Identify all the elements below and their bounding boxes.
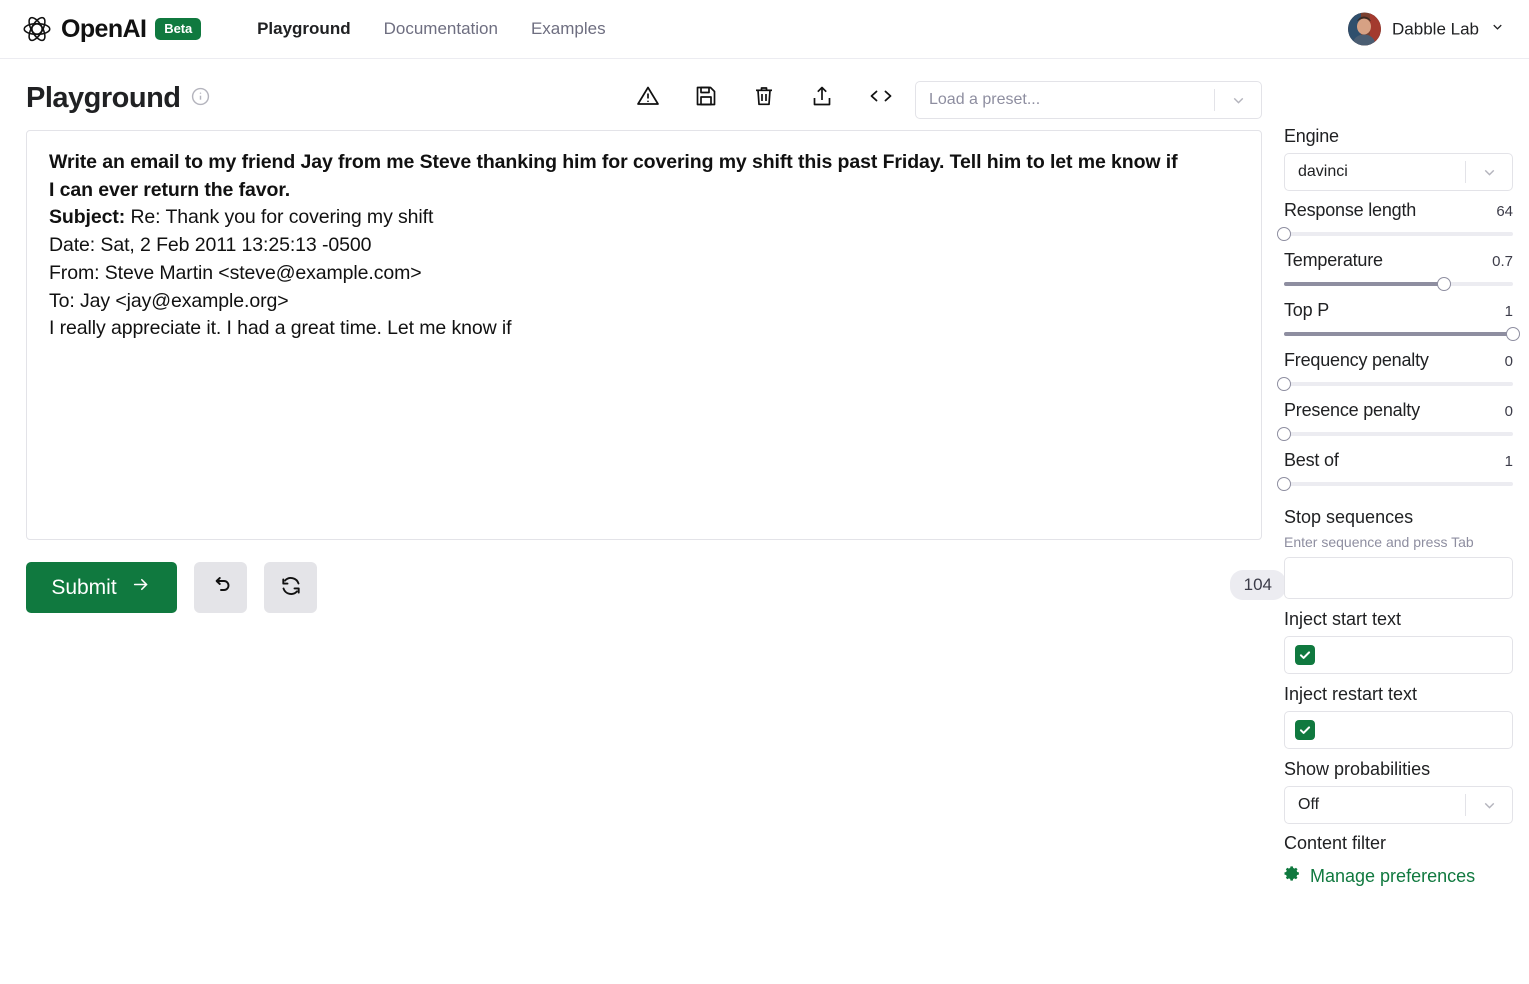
info-circle-icon[interactable] bbox=[191, 87, 210, 111]
editor-content: Write an email to my friend Jay from me … bbox=[49, 149, 1239, 343]
engine-label: Engine bbox=[1284, 126, 1339, 146]
slider-track bbox=[1284, 482, 1513, 486]
settings-sidebar: Engine davinci Response length 64 Temper… bbox=[1277, 126, 1529, 887]
slider-thumb[interactable] bbox=[1277, 377, 1291, 391]
brand-logo[interactable]: OpenAI Beta bbox=[22, 14, 202, 44]
preset-select[interactable]: Load a preset... bbox=[915, 81, 1262, 119]
share-icon[interactable] bbox=[810, 84, 834, 113]
slider-track-area[interactable] bbox=[1284, 275, 1513, 293]
page-title: Playground bbox=[26, 82, 181, 114]
chevron-down-icon bbox=[1490, 19, 1505, 39]
stop-sequences-input[interactable] bbox=[1284, 557, 1513, 599]
manage-preferences-label: Manage preferences bbox=[1310, 865, 1476, 886]
show-probabilities-select[interactable]: Off bbox=[1284, 786, 1513, 824]
trash-icon[interactable] bbox=[752, 84, 776, 113]
slider-value: 64 bbox=[1496, 203, 1513, 220]
user-menu[interactable]: Dabble Lab bbox=[1348, 12, 1505, 46]
stop-sequences-hint: Enter sequence and press Tab bbox=[1284, 534, 1474, 550]
checkbox-checked-icon[interactable] bbox=[1295, 720, 1315, 740]
slider-value: 0 bbox=[1504, 353, 1513, 370]
preset-placeholder: Load a preset... bbox=[929, 91, 1041, 108]
inject-restart-text-row[interactable] bbox=[1284, 711, 1513, 749]
gear-icon bbox=[1284, 865, 1301, 887]
checkbox-checked-icon[interactable] bbox=[1295, 645, 1315, 665]
nav-item-playground[interactable]: Playground bbox=[257, 19, 351, 39]
slider-value: 0.7 bbox=[1492, 253, 1513, 270]
avatar bbox=[1348, 12, 1382, 46]
top-navigation-bar: OpenAI Beta Playground Documentation Exa… bbox=[0, 0, 1529, 59]
editor-toolbar bbox=[636, 84, 894, 113]
chevron-down-icon[interactable] bbox=[1215, 92, 1261, 109]
undo-button[interactable] bbox=[194, 562, 247, 613]
openai-logo-icon bbox=[22, 14, 52, 44]
slider-thumb[interactable] bbox=[1506, 327, 1520, 341]
slider-track-area[interactable] bbox=[1284, 325, 1520, 343]
slider-top-p[interactable]: Top P 1 bbox=[1284, 300, 1520, 343]
save-icon[interactable] bbox=[694, 84, 718, 113]
slider-value: 1 bbox=[1504, 303, 1513, 320]
slider-label: Frequency penalty bbox=[1284, 350, 1429, 370]
beta-badge: Beta bbox=[155, 18, 202, 40]
prompt-editor[interactable]: Write an email to my friend Jay from me … bbox=[26, 130, 1262, 540]
slider-track-area[interactable] bbox=[1277, 475, 1513, 493]
slider-fill bbox=[1284, 282, 1445, 286]
slider-track-area[interactable] bbox=[1277, 225, 1513, 243]
undo-icon bbox=[209, 574, 233, 601]
completion-subject-value: Re: Thank you for covering my shift bbox=[125, 206, 434, 229]
slider-best-of[interactable]: Best of 1 bbox=[1277, 450, 1513, 493]
engine-value: davinci bbox=[1298, 163, 1348, 180]
slider-fill bbox=[1284, 332, 1513, 336]
chevron-down-icon[interactable] bbox=[1466, 797, 1512, 814]
token-count-badge: 104 bbox=[1229, 570, 1286, 600]
nav-item-documentation[interactable]: Documentation bbox=[384, 19, 498, 39]
slider-temperature[interactable]: Temperature 0.7 bbox=[1284, 250, 1513, 293]
arrow-right-icon bbox=[130, 575, 152, 600]
slider-thumb[interactable] bbox=[1277, 427, 1291, 441]
main-nav: Playground Documentation Examples bbox=[257, 19, 606, 39]
code-icon[interactable] bbox=[868, 84, 894, 113]
user-name: Dabble Lab bbox=[1392, 19, 1479, 38]
slider-value: 1 bbox=[1504, 453, 1513, 470]
submit-label: Submit bbox=[51, 575, 117, 599]
slider-frequency-penalty[interactable]: Frequency penalty 0 bbox=[1277, 350, 1513, 393]
regenerate-icon bbox=[279, 574, 303, 601]
slider-thumb[interactable] bbox=[1437, 277, 1452, 291]
stop-sequences-label: Stop sequences bbox=[1284, 507, 1414, 527]
slider-track bbox=[1284, 382, 1513, 386]
brand-name: OpenAI bbox=[61, 14, 147, 43]
slider-label: Temperature bbox=[1284, 250, 1383, 270]
slider-label: Response length bbox=[1284, 200, 1417, 220]
inject-start-text-label: Inject start text bbox=[1284, 609, 1402, 629]
slider-label: Top P bbox=[1284, 300, 1330, 320]
completion-subject-label: Subject: bbox=[49, 206, 126, 229]
slider-track-area[interactable] bbox=[1277, 375, 1513, 393]
chevron-down-icon[interactable] bbox=[1466, 164, 1512, 181]
manage-preferences-link[interactable]: Manage preferences bbox=[1284, 865, 1513, 887]
engine-select[interactable]: davinci bbox=[1284, 153, 1513, 191]
show-probabilities-label: Show probabilities bbox=[1284, 759, 1431, 779]
slider-track bbox=[1284, 432, 1513, 436]
inject-start-text-row[interactable] bbox=[1284, 636, 1513, 674]
submit-button[interactable]: Submit bbox=[26, 562, 177, 613]
slider-label: Best of bbox=[1284, 450, 1339, 470]
slider-track-area[interactable] bbox=[1277, 425, 1513, 443]
content-filter-label: Content filter bbox=[1284, 833, 1387, 853]
regenerate-button[interactable] bbox=[264, 562, 317, 613]
inject-restart-text-label: Inject restart text bbox=[1284, 684, 1418, 704]
slider-track bbox=[1284, 232, 1513, 236]
slider-value: 0 bbox=[1504, 403, 1513, 420]
action-buttons: Submit bbox=[26, 562, 317, 613]
warning-triangle-icon[interactable] bbox=[636, 84, 660, 113]
show-probabilities-value: Off bbox=[1298, 796, 1320, 813]
slider-thumb[interactable] bbox=[1277, 477, 1291, 491]
slider-label: Presence penalty bbox=[1284, 400, 1420, 420]
prompt-editor-wrapper: Write an email to my friend Jay from me … bbox=[26, 130, 1262, 540]
slider-presence-penalty[interactable]: Presence penalty 0 bbox=[1277, 400, 1513, 443]
completion-body: Date: Sat, 2 Feb 2011 13:25:13 -0500 Fro… bbox=[49, 234, 512, 340]
slider-thumb[interactable] bbox=[1277, 227, 1291, 241]
nav-item-examples[interactable]: Examples bbox=[531, 19, 606, 39]
slider-response-length[interactable]: Response length 64 bbox=[1277, 200, 1513, 243]
prompt-text: Write an email to my friend Jay from me … bbox=[49, 151, 1178, 201]
